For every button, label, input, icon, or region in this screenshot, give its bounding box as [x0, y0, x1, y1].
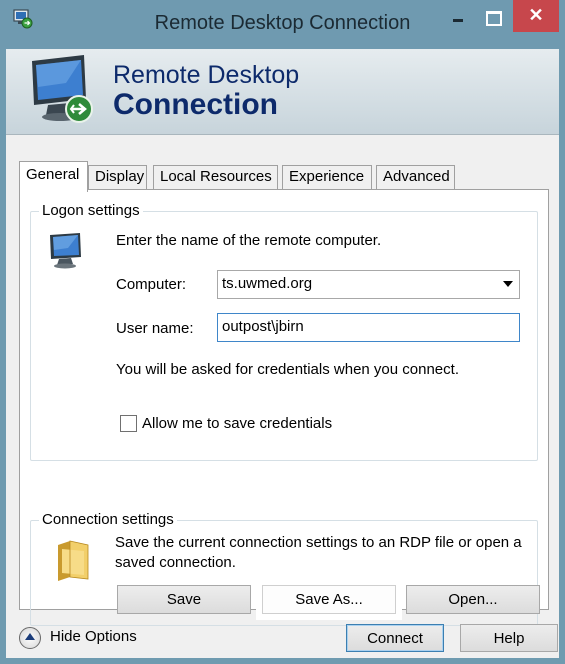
computer-combobox[interactable]: ts.uwmed.org [217, 270, 520, 299]
save-button[interactable]: Save [117, 585, 251, 614]
username-field[interactable]: outpost\jbirn [217, 313, 520, 342]
logon-settings-title: Logon settings [39, 202, 143, 220]
chevron-down-icon[interactable] [503, 281, 513, 287]
tab-display[interactable]: Display [88, 165, 147, 190]
credentials-note: You will be asked for credentials when y… [116, 361, 459, 378]
tab-advanced[interactable]: Advanced [376, 165, 455, 190]
open-button[interactable]: Open... [406, 585, 540, 614]
logon-instruction: Enter the name of the remote computer. [116, 232, 382, 249]
tab-local-resources[interactable]: Local Resources [153, 165, 278, 190]
save-credentials-label[interactable]: Allow me to save credentials [142, 415, 332, 432]
tab-experience[interactable]: Experience [282, 165, 372, 190]
close-button[interactable]: ✕ [513, 0, 559, 32]
logon-settings-group: Logon settings Enter the name of the rem… [30, 202, 538, 461]
save-credentials-checkbox[interactable] [120, 415, 137, 432]
collapse-arrow-icon[interactable] [19, 627, 41, 649]
computer-icon [50, 233, 81, 269]
computer-value: ts.uwmed.org [222, 275, 313, 292]
banner-title-line1: Remote Desktop [113, 61, 300, 89]
dialog-body: Remote Desktop Connection General Displa… [6, 49, 559, 658]
connect-button[interactable]: Connect [346, 624, 444, 652]
connection-settings-group: Connection settings Save the current con… [30, 511, 540, 626]
title-bar[interactable]: Remote Desktop Connection ✕ [0, 0, 565, 49]
folder-icon [58, 540, 89, 581]
computer-label: Computer: [116, 276, 187, 293]
remote-desktop-window: Remote Desktop Connection ✕ Remote Deskt… [0, 0, 565, 664]
hide-options-label[interactable]: Hide Options [50, 628, 137, 645]
header-banner: Remote Desktop Connection [6, 49, 559, 135]
connection-settings-title: Connection settings [39, 511, 177, 529]
help-button[interactable]: Help [460, 624, 558, 652]
connection-description: Save the current connection settings to … [115, 534, 522, 571]
banner-title-line2: Connection [113, 88, 278, 121]
minimize-button[interactable] [444, 2, 472, 32]
remote-desktop-monitor-icon [32, 55, 93, 123]
general-tab-panel: Logon settings Enter the name of the rem… [19, 189, 549, 626]
tab-general[interactable]: General [19, 161, 88, 192]
username-label: User name: [116, 320, 194, 337]
save-as-button[interactable]: Save As... [262, 585, 396, 614]
maximize-button[interactable] [480, 2, 508, 32]
